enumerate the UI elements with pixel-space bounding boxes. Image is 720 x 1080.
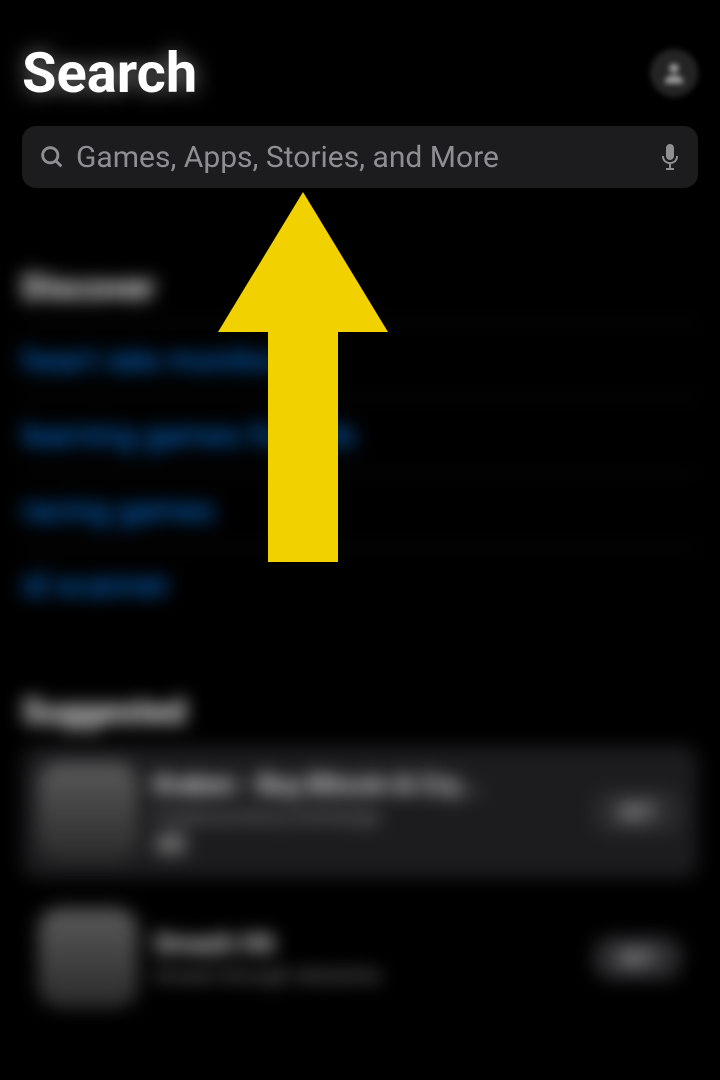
discover-item[interactable]: racing games [22,472,698,547]
search-icon [38,143,66,171]
discover-heading: Discover [22,268,698,308]
app-name: Smash Hit [154,929,577,959]
app-card[interactable]: Smash Hit Smash through obstacles GET [22,892,698,1024]
mic-icon[interactable] [658,142,682,172]
app-subtitle: Cryptocurrency Exchange [154,804,577,828]
app-icon [38,908,138,1008]
content-scroll[interactable]: Discover heart rate monitor learning gam… [0,268,720,1024]
discover-section: Discover heart rate monitor learning gam… [22,268,698,622]
discover-item[interactable]: learning games for kids [22,397,698,472]
app-icon [38,762,138,862]
discover-item[interactable]: heart rate monitor [22,322,698,397]
discover-list: heart rate monitor learning games for ki… [22,322,698,622]
get-button[interactable]: GET [593,790,682,834]
get-button[interactable]: GET [593,936,682,980]
header: Search [0,0,720,126]
app-info: Kraken - Buy Bitcoin & Cry... Cryptocurr… [154,770,577,854]
page-title: Search [22,40,197,106]
person-icon [660,59,688,87]
profile-button[interactable] [650,49,698,97]
app-card[interactable]: Kraken - Buy Bitcoin & Cry... Cryptocurr… [22,746,698,878]
suggested-heading: Suggested [22,692,698,732]
ad-badge: Ad [154,834,187,854]
app-name: Kraken - Buy Bitcoin & Cry... [154,770,577,800]
app-subtitle: Smash through obstacles [154,963,577,987]
suggested-section: Suggested Kraken - Buy Bitcoin & Cry... … [22,692,698,1024]
search-bar[interactable] [22,126,698,188]
app-info: Smash Hit Smash through obstacles [154,929,577,987]
search-input[interactable] [76,140,658,175]
discover-item[interactable]: id scanner [22,547,698,622]
